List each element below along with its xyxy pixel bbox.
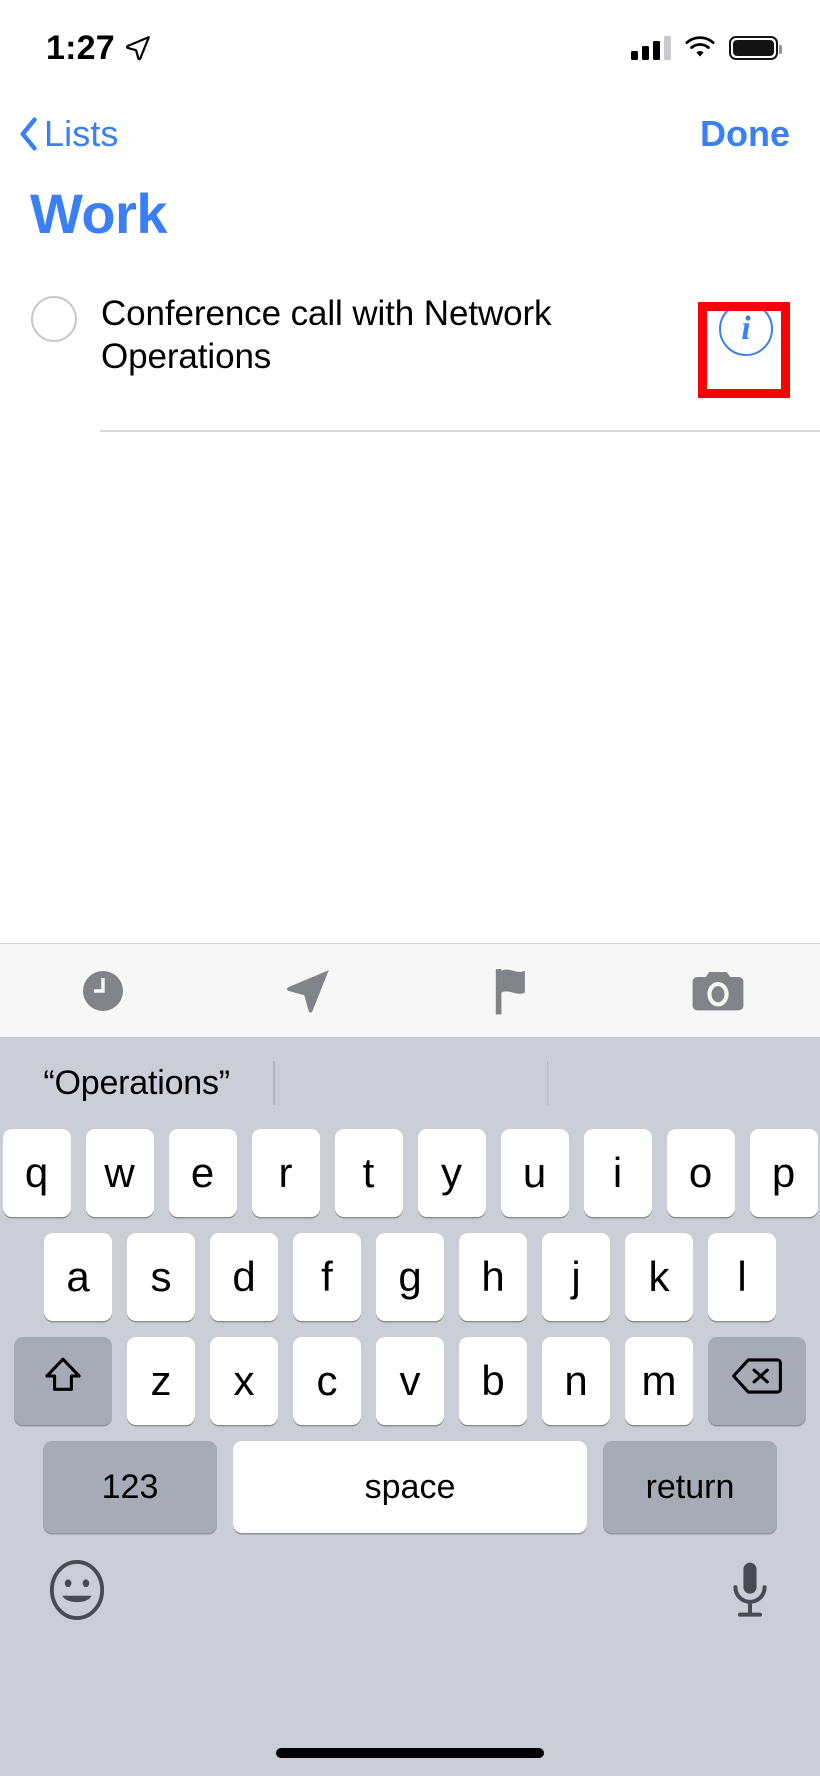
- reminder-title[interactable]: Conference call with Network Operations: [101, 288, 561, 378]
- keyboard-row-1: qwertyuiop: [0, 1129, 820, 1217]
- key-t[interactable]: t: [334, 1129, 403, 1217]
- done-button[interactable]: Done: [700, 113, 790, 155]
- key-p[interactable]: p: [749, 1129, 818, 1217]
- flag-icon: [490, 966, 536, 1016]
- keyboard-row-3: zxcvbnm: [0, 1337, 820, 1425]
- key-l[interactable]: l: [708, 1233, 776, 1321]
- location-arrow-icon: [125, 35, 151, 61]
- key-i[interactable]: i: [583, 1129, 652, 1217]
- back-button-label: Lists: [44, 113, 119, 154]
- navigation-bar: Lists Done: [0, 96, 820, 172]
- key-d[interactable]: d: [210, 1233, 278, 1321]
- camera-icon: [691, 968, 745, 1014]
- key-y[interactable]: y: [417, 1129, 486, 1217]
- key-u[interactable]: u: [500, 1129, 569, 1217]
- status-bar-right: [631, 36, 782, 60]
- camera-icon-button[interactable]: [615, 944, 820, 1037]
- location-arrow-icon: [283, 966, 333, 1016]
- backspace-key[interactable]: [708, 1337, 806, 1425]
- status-bar-time: 1:27: [46, 28, 115, 67]
- emoji-smiley-icon[interactable]: [48, 1559, 106, 1626]
- cellular-signal-icon: [631, 36, 671, 60]
- predictive-suggestion-3[interactable]: [546, 1055, 820, 1111]
- key-c[interactable]: c: [293, 1337, 361, 1425]
- back-button[interactable]: Lists: [18, 113, 119, 155]
- shift-arrow-icon: [42, 1355, 84, 1407]
- info-circle-icon-label: i: [741, 310, 751, 347]
- return-key[interactable]: return: [603, 1441, 777, 1533]
- keyboard-bottom-bar: [0, 1533, 820, 1626]
- key-o[interactable]: o: [666, 1129, 735, 1217]
- reminder-accessory-toolbar: [0, 943, 820, 1037]
- keyboard-row-2: asdfghjkl: [0, 1233, 820, 1321]
- key-e[interactable]: e: [168, 1129, 237, 1217]
- info-circle-button[interactable]: i: [719, 302, 773, 356]
- phone-screen: 1:27 Lists Done Work Conference call wit…: [0, 0, 820, 1776]
- circle-checkbox-icon[interactable]: [31, 296, 77, 342]
- backspace-delete-icon: [731, 1357, 783, 1405]
- status-bar: 1:27: [0, 0, 820, 96]
- key-w[interactable]: w: [85, 1129, 154, 1217]
- flag-icon-button[interactable]: [410, 944, 615, 1037]
- clock-icon-button[interactable]: [0, 944, 205, 1037]
- wifi-icon: [685, 36, 715, 60]
- key-s[interactable]: s: [127, 1233, 195, 1321]
- shift-key[interactable]: [14, 1337, 112, 1425]
- numbers-key[interactable]: 123: [43, 1441, 217, 1533]
- space-key[interactable]: space: [233, 1441, 587, 1533]
- key-m[interactable]: m: [625, 1337, 693, 1425]
- key-a[interactable]: a: [44, 1233, 112, 1321]
- keyboard-row-4: 123 space return: [0, 1441, 820, 1533]
- reminders-list: Conference call with Network Operations …: [0, 278, 820, 430]
- key-n[interactable]: n: [542, 1337, 610, 1425]
- key-q[interactable]: q: [2, 1129, 71, 1217]
- key-v[interactable]: v: [376, 1337, 444, 1425]
- predictive-suggestion-2[interactable]: [273, 1055, 546, 1111]
- location-arrow-icon-button[interactable]: [205, 944, 410, 1037]
- key-b[interactable]: b: [459, 1337, 527, 1425]
- key-h[interactable]: h: [459, 1233, 527, 1321]
- reminder-row[interactable]: Conference call with Network Operations …: [0, 278, 820, 430]
- key-k[interactable]: k: [625, 1233, 693, 1321]
- list-title: Work: [30, 182, 168, 245]
- chevron-left-icon: [18, 117, 38, 151]
- status-bar-left: 1:27: [46, 29, 151, 68]
- predictive-suggestion-1-label: “Operations”: [43, 1063, 230, 1102]
- key-r[interactable]: r: [251, 1129, 320, 1217]
- key-x[interactable]: x: [210, 1337, 278, 1425]
- reminder-separator: [100, 430, 820, 432]
- key-g[interactable]: g: [376, 1233, 444, 1321]
- battery-icon: [729, 36, 782, 60]
- software-keyboard: “Operations” qwertyuiop asdfghjkl zxcvbn…: [0, 1037, 820, 1776]
- key-j[interactable]: j: [542, 1233, 610, 1321]
- key-f[interactable]: f: [293, 1233, 361, 1321]
- predictive-suggestion-1[interactable]: “Operations”: [0, 1055, 273, 1111]
- predictive-text-bar: “Operations”: [0, 1037, 820, 1129]
- clock-icon: [80, 968, 126, 1014]
- key-z[interactable]: z: [127, 1337, 195, 1425]
- home-indicator: [276, 1748, 544, 1758]
- microphone-icon[interactable]: [728, 1559, 772, 1626]
